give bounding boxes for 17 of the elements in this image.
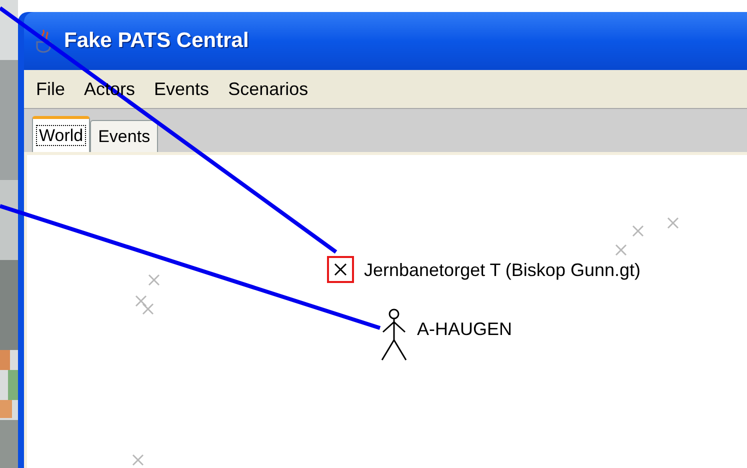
menu-item[interactable]: Events — [146, 76, 218, 102]
stop-marker-icon — [615, 244, 627, 256]
menu-item[interactable]: File — [28, 76, 74, 102]
stick-figure-icon[interactable] — [379, 308, 409, 361]
stop-marker-icon — [142, 303, 154, 315]
stop-marker-icon — [135, 295, 147, 307]
stop-marker-icon — [148, 274, 160, 286]
menu-item[interactable]: Scenarios — [220, 76, 316, 102]
window-title: Fake PATS Central — [64, 28, 249, 54]
stop-marker-icon — [132, 454, 144, 466]
actor-label: A-HAUGEN — [417, 318, 512, 341]
station-marker-icon[interactable] — [327, 256, 354, 283]
tab[interactable]: World — [32, 116, 90, 152]
stop-marker-icon — [667, 217, 679, 229]
stop-marker-icon — [632, 225, 644, 237]
station-label: Jernbanetorget T (Biskop Gunn.gt) — [364, 259, 640, 282]
tab[interactable]: Events — [90, 120, 158, 152]
